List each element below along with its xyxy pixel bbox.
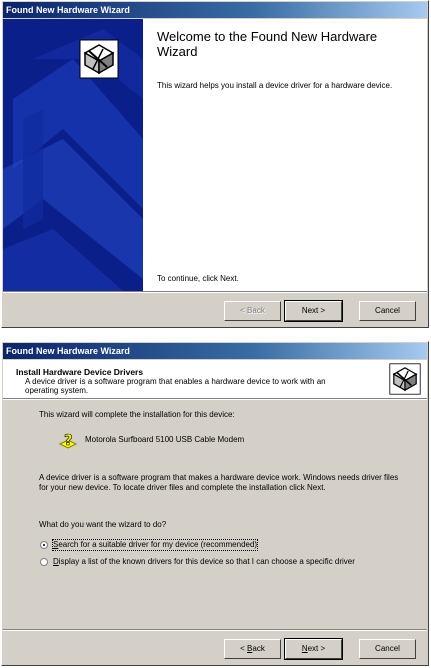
welcome-titlebar[interactable]: Found New Hardware Wizard <box>3 2 427 18</box>
header-subtitle: A device driver is a software program th… <box>25 377 326 395</box>
driver-info-text: A device driver is a software program th… <box>39 473 399 492</box>
welcome-heading: Welcome to the Found New Hardware Wizard <box>157 29 378 59</box>
button-separator <box>3 629 427 631</box>
install-wizard-window: Found New Hardware Wizard Install Hardwa… <box>1 341 429 666</box>
back-button[interactable]: < Back <box>224 639 281 659</box>
hardware-wizard-icon <box>79 39 119 79</box>
header-title: Install Hardware Device Drivers <box>16 367 144 377</box>
next-button[interactable]: Next > <box>284 638 343 660</box>
back-button[interactable]: < Back <box>224 301 281 321</box>
option-display-list[interactable]: Display a list of the known drivers for … <box>40 557 390 567</box>
option-search-driver[interactable]: Search for a suitable driver for my devi… <box>40 539 259 551</box>
banner-graphic <box>3 19 143 291</box>
radio-display-list[interactable] <box>40 558 48 566</box>
header-pane: Install Hardware Device Drivers A device… <box>3 360 427 398</box>
radio-search-driver[interactable] <box>40 541 48 549</box>
question-text: What do you want the wizard to do? <box>39 520 167 529</box>
next-button[interactable]: Next > <box>284 300 343 322</box>
svg-text:?: ? <box>64 431 73 449</box>
install-titlebar[interactable]: Found New Hardware Wizard <box>3 343 427 359</box>
button-separator <box>3 291 427 293</box>
option-display-label: Display a list of the known drivers for … <box>53 557 355 566</box>
hardware-wizard-icon <box>389 363 421 395</box>
welcome-wizard-window: Found New Hardware Wizard Welcome to the… <box>1 0 429 328</box>
wizard-banner <box>3 19 143 291</box>
welcome-pane: Welcome to the Found New Hardware Wizard… <box>143 19 427 291</box>
option-search-label: Search for a suitable driver for my devi… <box>51 539 259 551</box>
cancel-button[interactable]: Cancel <box>359 639 416 659</box>
question-device-icon: ? <box>58 431 78 449</box>
complete-text: This wizard will complete the installati… <box>39 410 235 419</box>
device-name: Motorola Surfboard 5100 USB Cable Modem <box>85 435 245 444</box>
header-separator <box>3 398 427 400</box>
cancel-button[interactable]: Cancel <box>359 301 416 321</box>
continue-instruction: To continue, click Next. <box>157 274 239 283</box>
welcome-description: This wizard helps you install a device d… <box>157 81 393 90</box>
